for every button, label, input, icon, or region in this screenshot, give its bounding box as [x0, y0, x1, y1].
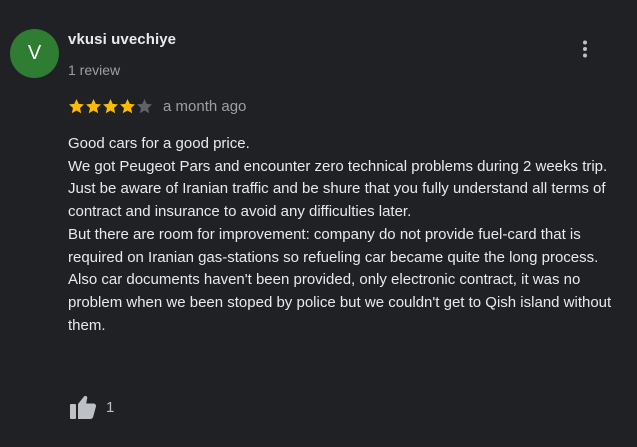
star-filled-icon: [120, 98, 135, 113]
review-count: 1 review: [68, 62, 121, 78]
review-card: V vkusi uvechiye 1 review a month ago Go…: [0, 0, 637, 447]
like-button[interactable]: [68, 393, 98, 421]
star-filled-icon: [69, 98, 84, 113]
like-count: 1: [106, 398, 115, 416]
avatar[interactable]: V: [10, 29, 59, 78]
review-text-line: Also car documents haven't been provided…: [68, 271, 612, 334]
review-text-line: We got Peugeot Pars and encounter zero t…: [68, 157, 608, 175]
review-text: Good cars for a good price. We got Peuge…: [68, 133, 628, 337]
more-vert-icon: [583, 40, 587, 58]
thumbs-up-icon: [70, 395, 97, 419]
author-name[interactable]: vkusi uvechiye: [68, 31, 176, 48]
more-options-button[interactable]: [572, 36, 598, 62]
star-empty-icon: [137, 98, 152, 113]
rating-row: a month ago: [68, 96, 246, 116]
review-text-line: Just be aware of Iranian traffic and be …: [68, 180, 606, 221]
review-text-line: Good cars for a good price.: [68, 135, 250, 152]
review-date: a month ago: [163, 97, 247, 115]
star-filled-icon: [103, 98, 118, 113]
star-rating: [68, 98, 153, 115]
review-text-line: But there are room for improvement: comp…: [68, 225, 599, 266]
like-row: 1: [68, 393, 114, 421]
star-filled-icon: [86, 98, 101, 113]
